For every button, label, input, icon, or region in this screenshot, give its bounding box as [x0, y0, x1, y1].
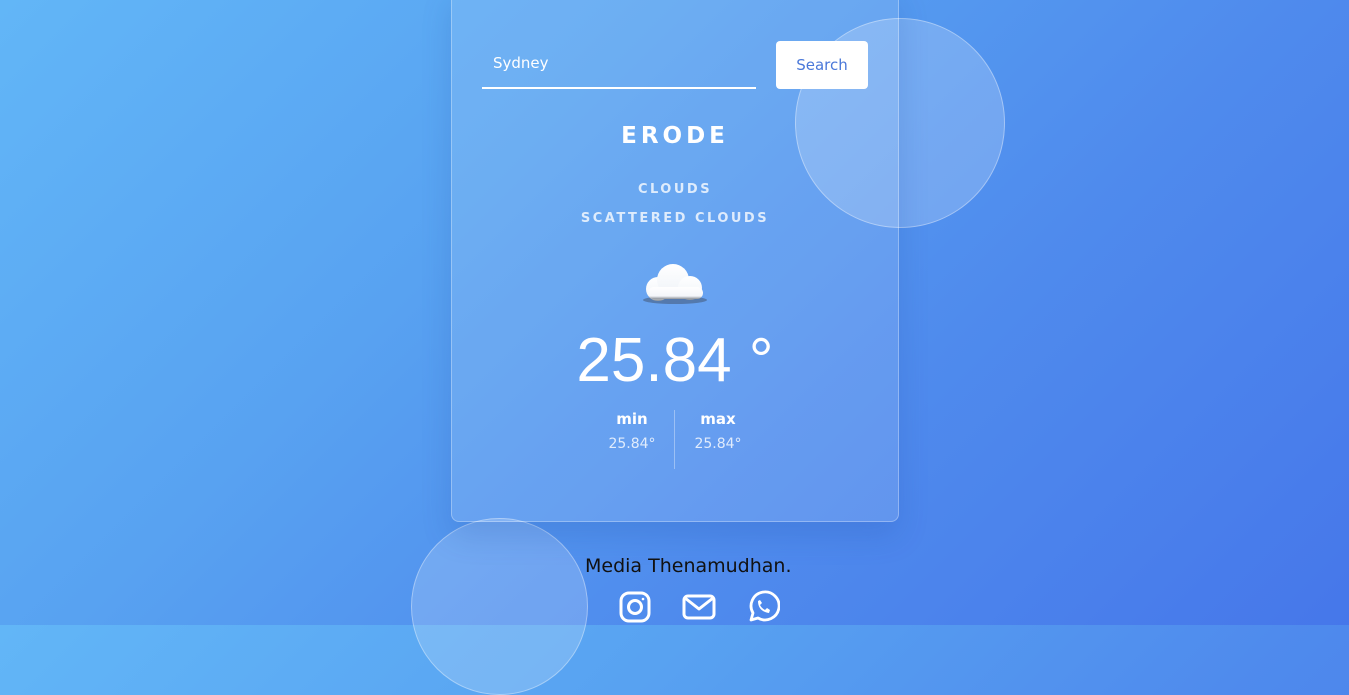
min-max-panel: min 25.84° max 25.84° — [592, 410, 758, 470]
city-name: ERODE — [621, 123, 729, 149]
max-temperature: max 25.84° — [678, 410, 758, 452]
city-search-input[interactable] — [482, 39, 756, 89]
min-value: 25.84° — [608, 436, 656, 452]
min-label: min — [616, 410, 648, 428]
weather-card: Search ERODE CLOUDS SCATTERED CLOUDS 25.… — [451, 0, 899, 522]
footer-credit: Media Thenamudhan. — [585, 555, 792, 577]
divider — [674, 410, 675, 469]
max-label: max — [700, 410, 736, 428]
temperature: 25.84 ° — [576, 326, 774, 395]
max-value: 25.84° — [694, 436, 742, 452]
min-temperature: min 25.84° — [592, 410, 672, 452]
weather-condition: CLOUDS — [637, 182, 713, 197]
search-button[interactable]: Search — [776, 41, 868, 89]
whatsapp-icon[interactable] — [746, 590, 780, 624]
cloud-icon — [638, 259, 712, 307]
decorative-bubble — [411, 518, 588, 695]
mail-icon[interactable] — [682, 590, 716, 624]
instagram-icon[interactable] — [618, 590, 652, 624]
weather-description: SCATTERED CLOUDS — [580, 211, 770, 226]
